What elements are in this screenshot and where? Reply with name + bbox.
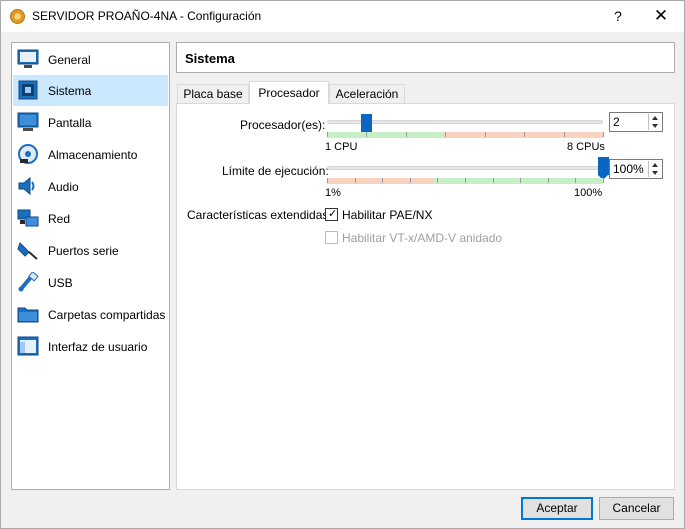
slider-tick	[327, 178, 328, 183]
spin-up-icon[interactable]	[652, 116, 658, 120]
tab-aceleracion[interactable]: Aceleración	[329, 84, 405, 104]
sidebar-item-label: Interfaz de usuario	[48, 340, 148, 354]
sidebar-item-label: Audio	[48, 180, 79, 194]
sidebar-item-label: General	[48, 53, 91, 67]
slider-tick	[520, 178, 522, 183]
processor-slider-thumb[interactable]	[360, 114, 372, 137]
display-icon	[17, 112, 39, 131]
processor-max-label: 8 CPUs	[567, 141, 605, 153]
general-icon	[17, 49, 39, 68]
extended-features-label: Características extendidas:	[187, 208, 332, 222]
nested-vtx-label[interactable]: Habilitar VT-x/AMD-V anidado	[342, 231, 502, 245]
shared-folders-icon	[17, 307, 39, 323]
sidebar-item-label: Pantalla	[48, 116, 92, 130]
sidebar-item-almacenamiento[interactable]: Almacenamiento	[13, 139, 168, 170]
system-icon	[18, 80, 38, 100]
pae-nx-checkbox[interactable]: ✓	[325, 208, 338, 221]
tab-procesador[interactable]: Procesador	[249, 81, 329, 104]
sidebar-item-pantalla[interactable]: Pantalla	[13, 107, 168, 138]
usb-icon	[18, 272, 39, 292]
processor-range-ok	[327, 132, 444, 138]
slider-tick	[547, 178, 549, 183]
help-button[interactable]: ?	[605, 3, 631, 29]
page-title: Sistema	[185, 51, 235, 66]
processor-count-label: Procesador(es):	[240, 118, 326, 132]
slider-tick	[563, 132, 565, 137]
execution-cap-range-ok	[433, 178, 603, 184]
audio-icon	[18, 176, 35, 196]
execution-cap-slider-track[interactable]	[327, 166, 603, 170]
processor-count-value: 2	[613, 115, 620, 129]
execution-cap-spinbox[interactable]: 100%	[609, 159, 663, 179]
tab-placa-base[interactable]: Placa base	[177, 84, 249, 104]
slider-tick	[354, 178, 356, 183]
sidebar-item-label: USB	[48, 276, 73, 290]
processor-count-arrows[interactable]	[648, 114, 661, 130]
execution-cap-min-label: 1%	[325, 187, 341, 199]
slider-tick	[465, 178, 466, 183]
slider-tick	[575, 178, 577, 183]
execution-cap-range-warn	[327, 178, 433, 184]
sidebar-item-label: Red	[48, 212, 71, 226]
execution-cap-value: 100%	[613, 162, 644, 176]
execution-cap-slider-thumb[interactable]	[597, 157, 609, 180]
slider-tick	[603, 178, 604, 183]
network-icon	[17, 209, 39, 227]
execution-cap-max-label: 100%	[574, 187, 603, 199]
settings-sidebar: General Sistema Pantalla Almacenamiento …	[11, 42, 170, 490]
sidebar-item-sistema[interactable]: Sistema	[13, 75, 168, 106]
slider-tick	[524, 132, 526, 137]
sidebar-item-carpetas-compartidas[interactable]: Carpetas compartidas	[13, 299, 168, 330]
sidebar-item-label: Almacenamiento	[48, 148, 138, 162]
slider-tick	[484, 132, 486, 137]
sidebar-item-puertos-serie[interactable]: Puertos serie	[13, 235, 168, 266]
storage-icon	[18, 144, 38, 164]
sidebar-item-general[interactable]: General	[13, 44, 168, 75]
slider-tick	[437, 178, 439, 183]
slider-tick	[405, 132, 407, 137]
sidebar-item-interfaz-de-usuario[interactable]: Interfaz de usuario	[13, 331, 168, 362]
virtualbox-app-icon	[10, 9, 25, 24]
slider-tick	[366, 132, 368, 137]
spin-down-icon[interactable]	[652, 171, 658, 175]
slider-tick	[409, 178, 411, 183]
sidebar-item-usb[interactable]: USB	[13, 267, 168, 298]
sidebar-item-red[interactable]: Red	[13, 203, 168, 234]
serial-ports-icon	[17, 242, 38, 260]
sidebar-item-label: Carpetas compartidas	[48, 308, 166, 322]
processor-min-label: 1 CPU	[325, 141, 358, 153]
accept-button[interactable]: Aceptar	[521, 497, 593, 520]
close-button[interactable]: ✕	[643, 3, 679, 29]
nested-vtx-checkbox[interactable]	[325, 231, 338, 244]
sidebar-item-label: Sistema	[48, 84, 92, 98]
execution-cap-arrows[interactable]	[648, 161, 661, 177]
page-header: Sistema	[176, 42, 675, 73]
slider-tick	[445, 132, 447, 137]
processor-panel: Procesador(es): 1 CPU 8 CPUs 2 Límite de…	[176, 103, 675, 490]
slider-tick	[492, 178, 494, 183]
sidebar-item-audio[interactable]: Audio	[13, 171, 168, 202]
sidebar-item-label: Puertos serie	[48, 244, 119, 258]
execution-cap-label: Límite de ejecución:	[222, 164, 329, 178]
processor-count-spinbox[interactable]: 2	[609, 112, 663, 132]
cancel-button[interactable]: Cancelar	[599, 497, 674, 520]
slider-tick	[382, 178, 384, 183]
spin-down-icon[interactable]	[652, 124, 658, 128]
pae-nx-label[interactable]: Habilitar PAE/NX	[342, 208, 432, 222]
title-bar: SERVIDOR PROAÑO-4NA - Configuración ? ✕	[1, 1, 684, 32]
check-icon: ✓	[328, 208, 338, 220]
window-title: SERVIDOR PROAÑO-4NA - Configuración	[32, 9, 262, 23]
slider-tick	[603, 132, 604, 137]
settings-dialog: SERVIDOR PROAÑO-4NA - Configuración ? ✕ …	[0, 0, 685, 529]
spin-up-icon[interactable]	[652, 163, 658, 167]
user-interface-icon	[17, 336, 39, 356]
slider-tick	[327, 132, 328, 137]
